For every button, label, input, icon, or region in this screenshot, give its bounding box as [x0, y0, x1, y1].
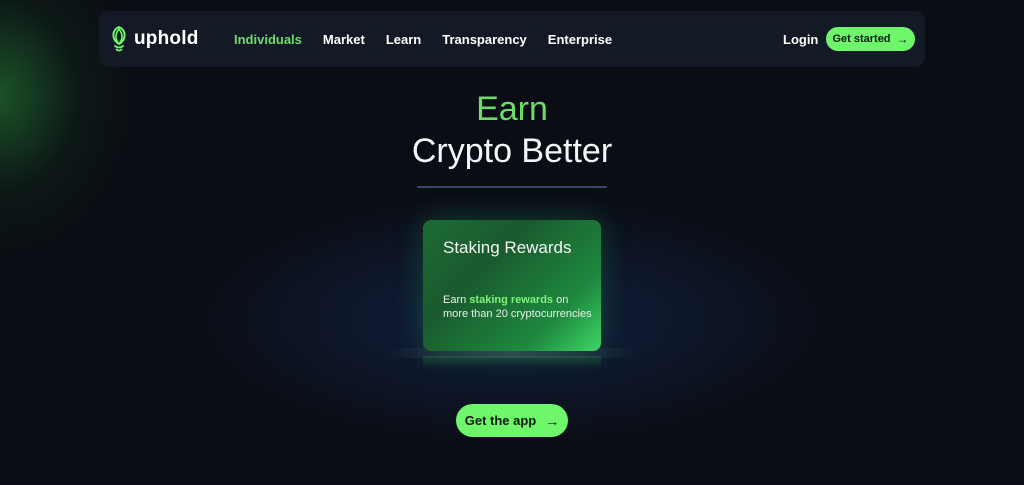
get-the-app-label: Get the app	[464, 413, 537, 428]
login-link[interactable]: Login	[783, 32, 818, 47]
arrow-right-icon: →	[896, 32, 909, 46]
card-reflection	[423, 356, 601, 368]
brand-logo[interactable]: uphold	[109, 25, 199, 53]
hero-divider	[417, 186, 607, 188]
uphold-logo-icon	[112, 25, 126, 52]
arrow-right-icon: →	[545, 412, 560, 429]
get-the-app-button[interactable]: Get the app →	[456, 404, 568, 437]
nav-item-enterprise[interactable]: Enterprise	[548, 32, 612, 47]
top-navbar: uphold Individuals Market Learn Transpar…	[99, 11, 925, 67]
brand-name: uphold	[134, 28, 199, 49]
nav-item-individuals[interactable]: Individuals	[234, 32, 302, 47]
page: uphold Individuals Market Learn Transpar…	[0, 0, 1024, 485]
staking-rewards-card[interactable]: Staking Rewards Earn staking rewards on …	[423, 220, 601, 351]
nav-item-transparency[interactable]: Transparency	[442, 32, 527, 47]
card-description: Earn staking rewards on more than 20 cry…	[443, 293, 593, 321]
nav-links: Individuals Market Learn Transparency En…	[234, 11, 633, 67]
hero-headline-accent: Earn	[476, 90, 548, 128]
card-desc-prefix: Earn	[443, 294, 470, 306]
hero-headline: Crypto Better	[411, 132, 613, 170]
get-started-button[interactable]: Get started →	[826, 27, 915, 51]
get-started-label: Get started	[832, 33, 891, 45]
nav-item-market[interactable]: Market	[323, 32, 365, 47]
card-title: Staking Rewards	[443, 238, 572, 257]
nav-item-learn[interactable]: Learn	[386, 32, 421, 47]
card-desc-highlight: staking rewards	[469, 294, 554, 306]
